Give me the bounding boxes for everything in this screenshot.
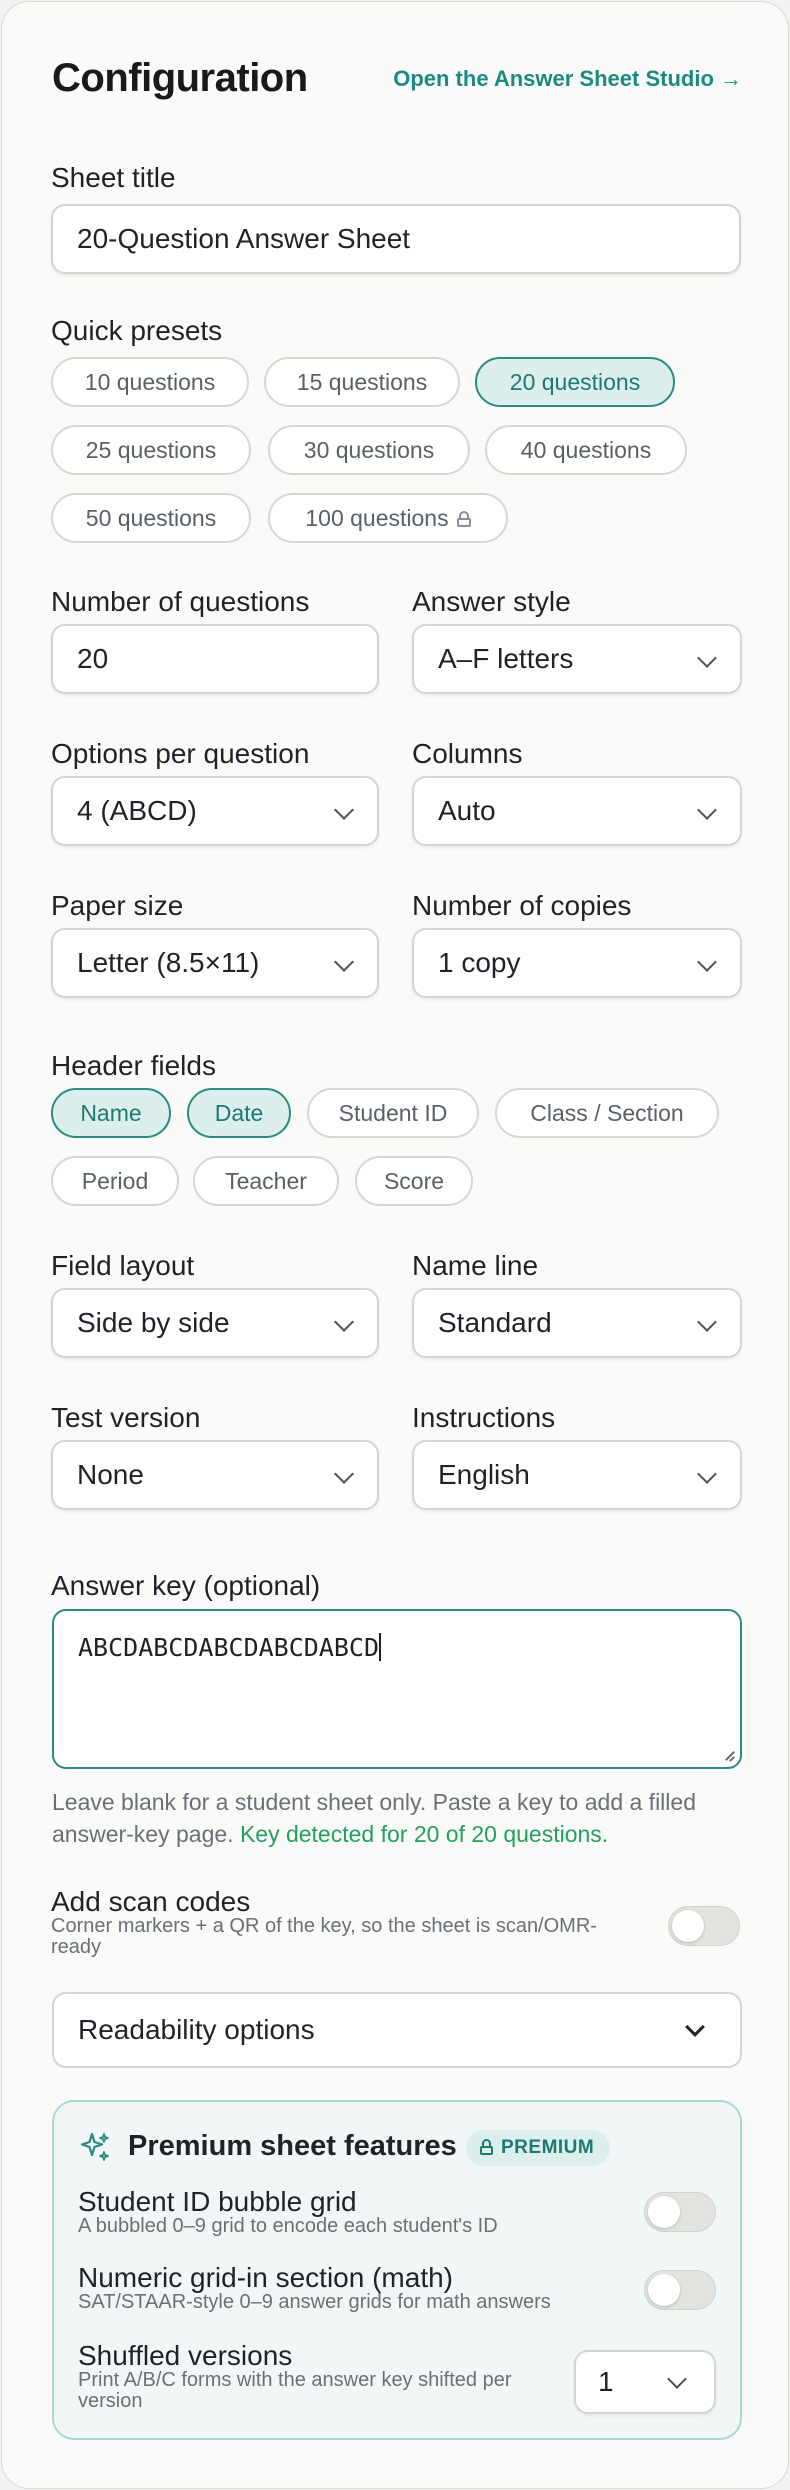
lock-icon bbox=[456, 511, 471, 527]
student-id-grid-label: Student ID bubble grid bbox=[78, 2186, 357, 2217]
sheet-title-label: Sheet title bbox=[51, 162, 176, 193]
shuffled-versions-value: 1 bbox=[598, 2366, 614, 2397]
chevron-down-icon bbox=[334, 1312, 354, 1332]
answer-key-label: Answer key (optional) bbox=[51, 1570, 321, 1601]
chevron-down-icon bbox=[334, 800, 354, 820]
header-field-chip-student-id[interactable]: Student ID bbox=[307, 1088, 479, 1138]
columns-select[interactable]: Auto bbox=[412, 776, 742, 846]
header-field-chip-date[interactable]: Date bbox=[187, 1088, 291, 1138]
toggle-knob bbox=[672, 1910, 704, 1942]
configuration-panel: Configuration Open the Answer Sheet Stud… bbox=[1, 1, 789, 2489]
options-per-question-label: Options per question bbox=[51, 738, 310, 769]
sparkle-icon bbox=[80, 2132, 109, 2161]
num-questions-label: Number of questions bbox=[51, 586, 310, 617]
name-line-value: Standard bbox=[438, 1307, 552, 1338]
sheet-title-input[interactable] bbox=[51, 204, 741, 274]
answer-style-select[interactable]: A–F letters bbox=[412, 624, 742, 694]
columns-value: Auto bbox=[438, 795, 496, 826]
scan-codes-toggle[interactable] bbox=[668, 1906, 740, 1946]
paper-size-label: Paper size bbox=[51, 890, 184, 921]
answer-style-label: Answer style bbox=[412, 586, 571, 617]
chevron-down-icon bbox=[697, 1312, 717, 1332]
premium-features-title: Premium sheet features bbox=[128, 2130, 457, 2162]
scan-codes-desc: Corner markers + a QR of the key, so the… bbox=[51, 1915, 597, 1958]
shuffled-versions-desc: Print A/B/C forms with the answer key sh… bbox=[78, 2369, 512, 2412]
toggle-knob bbox=[648, 2274, 680, 2306]
preset-chip-50[interactable]: 50 questions bbox=[51, 493, 251, 543]
header-field-chip-name[interactable]: Name bbox=[51, 1088, 171, 1138]
premium-badge-label: PREMIUM bbox=[501, 2137, 595, 2158]
lock-icon bbox=[480, 2139, 493, 2155]
shuffled-versions-label: Shuffled versions bbox=[78, 2340, 293, 2371]
test-version-select[interactable]: None bbox=[51, 1440, 379, 1510]
header-field-chip-period[interactable]: Period bbox=[51, 1156, 179, 1206]
scan-codes-label: Add scan codes bbox=[51, 1886, 251, 1917]
chevron-down-icon bbox=[334, 952, 354, 972]
chevron-down-icon bbox=[685, 2017, 705, 2037]
student-id-grid-desc: A bubbled 0–9 grid to encode each studen… bbox=[78, 2215, 498, 2237]
answer-key-value: ABCDABCDABCDABCDABCD bbox=[78, 1633, 380, 1662]
instructions-value: English bbox=[438, 1459, 530, 1490]
answer-key-textarea[interactable]: ABCDABCDABCDABCDABCD bbox=[52, 1609, 742, 1769]
instructions-select[interactable]: English bbox=[412, 1440, 742, 1510]
panel-header: Configuration Open the Answer Sheet Stud… bbox=[52, 52, 742, 110]
field-layout-select[interactable]: Side by side bbox=[51, 1288, 379, 1358]
quick-presets-label: Quick presets bbox=[51, 315, 223, 346]
grid-in-toggle[interactable] bbox=[644, 2270, 716, 2310]
preset-chip-30[interactable]: 30 questions bbox=[268, 425, 470, 475]
preset-chip-25[interactable]: 25 questions bbox=[51, 425, 251, 475]
chevron-down-icon bbox=[697, 1464, 717, 1484]
text-caret bbox=[379, 1633, 382, 1661]
open-studio-link[interactable]: Open the Answer Sheet Studio → bbox=[393, 66, 742, 92]
paper-size-select[interactable]: Letter (8.5×11) bbox=[51, 928, 379, 998]
page-title: Configuration bbox=[52, 56, 308, 100]
name-line-select[interactable]: Standard bbox=[412, 1288, 742, 1358]
name-line-label: Name line bbox=[412, 1250, 539, 1281]
instructions-label: Instructions bbox=[412, 1402, 556, 1433]
field-layout-label: Field layout bbox=[51, 1250, 195, 1281]
preset-chip-100[interactable]: 100 questions bbox=[268, 493, 508, 543]
columns-label: Columns bbox=[412, 738, 523, 769]
answer-style-value: A–F letters bbox=[438, 643, 574, 674]
chevron-down-icon bbox=[697, 952, 717, 972]
premium-features-card: Premium sheet features PREMIUM Student I… bbox=[52, 2100, 742, 2440]
options-per-question-select[interactable]: 4 (ABCD) bbox=[51, 776, 379, 846]
chevron-down-icon bbox=[697, 800, 717, 820]
preset-chip-15[interactable]: 15 questions bbox=[264, 357, 460, 407]
readability-options-accordion[interactable]: Readability options bbox=[52, 1992, 742, 2068]
chevron-down-icon bbox=[697, 648, 717, 668]
grid-in-desc: SAT/STAAR-style 0–9 answer grids for mat… bbox=[78, 2291, 551, 2313]
header-field-chip-score[interactable]: Score bbox=[355, 1156, 473, 1206]
header-fields-label: Header fields bbox=[51, 1050, 216, 1081]
answer-key-status: Key detected for 20 of 20 questions. bbox=[239, 1821, 609, 1847]
preset-chip-40[interactable]: 40 questions bbox=[485, 425, 687, 475]
chevron-down-icon bbox=[667, 2369, 687, 2389]
num-questions-input[interactable] bbox=[51, 624, 379, 694]
readability-options-label: Readability options bbox=[78, 2014, 315, 2045]
field-layout-value: Side by side bbox=[77, 1307, 230, 1338]
premium-badge: PREMIUM bbox=[466, 2130, 611, 2166]
preset-chip-10[interactable]: 10 questions bbox=[51, 357, 249, 407]
copies-value: 1 copy bbox=[438, 947, 521, 978]
header-field-chip-class-section[interactable]: Class / Section bbox=[495, 1088, 719, 1138]
test-version-label: Test version bbox=[51, 1402, 201, 1433]
copies-label: Number of copies bbox=[412, 890, 632, 921]
shuffled-versions-select[interactable]: 1 bbox=[574, 2350, 716, 2414]
preset-chip-20[interactable]: 20 questions bbox=[475, 357, 675, 407]
resize-handle-icon[interactable] bbox=[722, 1749, 736, 1763]
paper-size-value: Letter (8.5×11) bbox=[77, 947, 260, 978]
toggle-knob bbox=[648, 2196, 680, 2228]
chevron-down-icon bbox=[334, 1464, 354, 1484]
preset-chip-100-label: 100 questions bbox=[305, 505, 449, 531]
grid-in-label: Numeric grid-in section (math) bbox=[78, 2262, 453, 2293]
header-field-chip-teacher[interactable]: Teacher bbox=[193, 1156, 339, 1206]
copies-select[interactable]: 1 copy bbox=[412, 928, 742, 998]
student-id-grid-toggle[interactable] bbox=[644, 2192, 716, 2232]
options-per-question-value: 4 (ABCD) bbox=[77, 795, 197, 826]
test-version-value: None bbox=[77, 1459, 144, 1490]
answer-key-help: Leave blank for a student sheet only. Pa… bbox=[52, 1786, 752, 1850]
